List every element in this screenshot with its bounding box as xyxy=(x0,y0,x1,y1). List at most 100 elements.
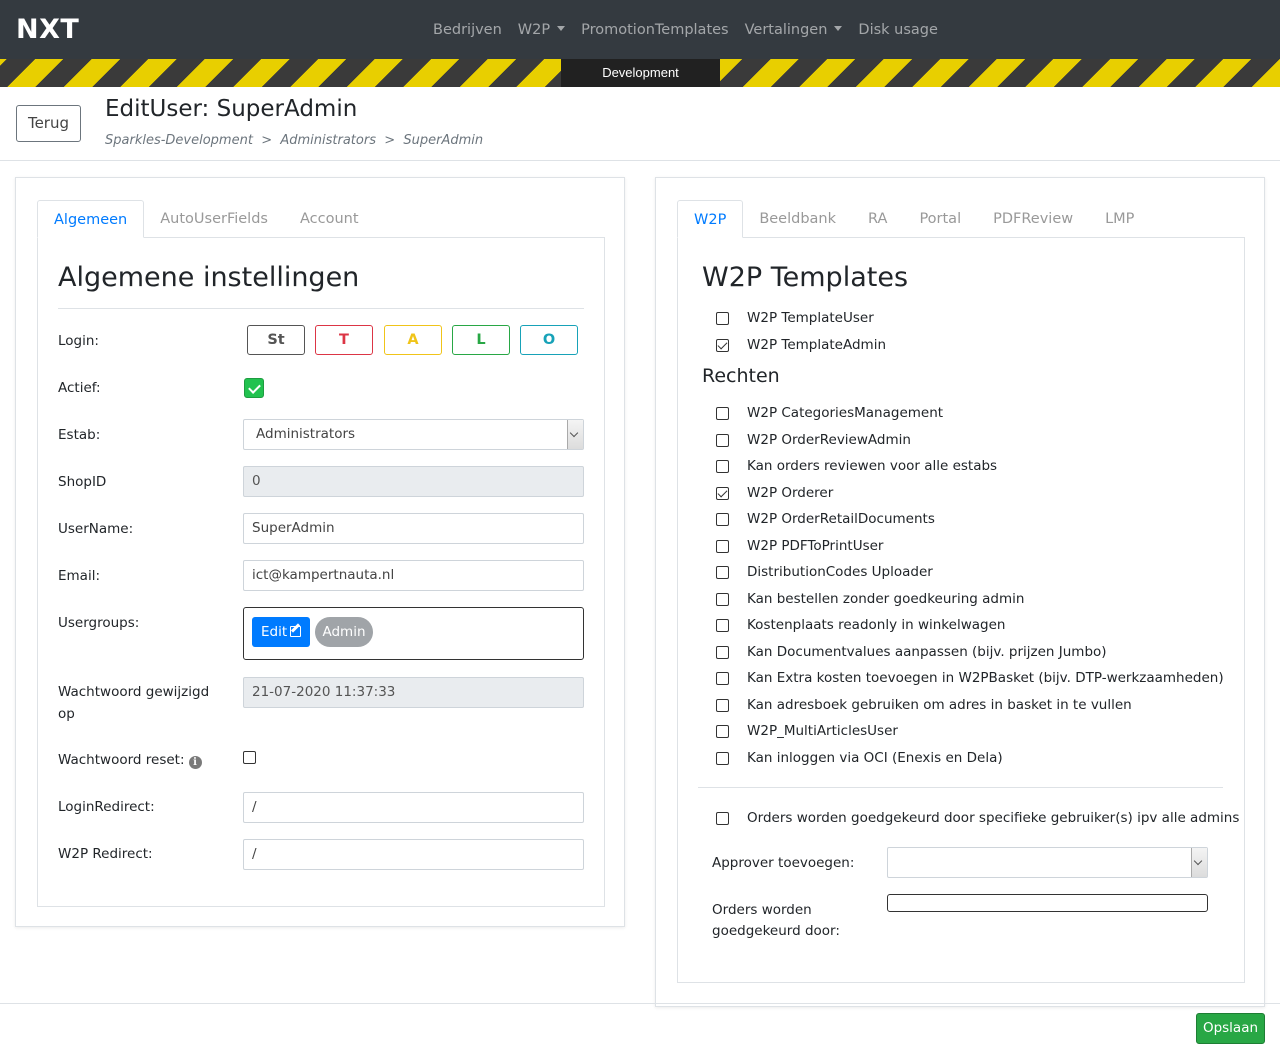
save-button[interactable]: Opslaan xyxy=(1196,1013,1265,1044)
tab-algemeen[interactable]: Algemeen xyxy=(37,200,145,238)
right-checkbox[interactable] xyxy=(716,698,729,712)
right-checkbox[interactable] xyxy=(716,486,729,500)
environment-badge: Development xyxy=(561,59,720,87)
footer-divider xyxy=(0,1003,1280,1004)
right-checkbox[interactable] xyxy=(716,725,729,738)
password-changed-label: Wachtwoord gewijzigd xyxy=(58,684,210,700)
approved-by-list[interactable] xyxy=(887,894,1208,912)
chevron-down-icon xyxy=(1191,848,1207,877)
active-label: Actief: xyxy=(58,380,101,396)
login-label: Login: xyxy=(58,333,99,349)
right-tabs: W2P Beeldbank RA Portal PDFReview LMP xyxy=(677,200,1150,238)
nav-links: Bedrijven W2P PromotionTemplates Vertali… xyxy=(433,0,954,59)
login-button-l[interactable]: L xyxy=(452,325,510,355)
active-checkbox[interactable] xyxy=(244,378,264,398)
login-redirect-label: LoginRedirect: xyxy=(58,799,155,815)
nav-link-vertalingen[interactable]: Vertalingen xyxy=(745,22,843,38)
right-checkbox[interactable] xyxy=(716,407,729,420)
tab-w2p[interactable]: W2P xyxy=(677,200,744,238)
right-label: W2P OrderReviewAdmin xyxy=(747,431,911,448)
login-button-st[interactable]: St xyxy=(247,325,305,355)
login-button-o[interactable]: O xyxy=(520,325,578,355)
rights-divider xyxy=(698,787,1223,788)
right-checkbox[interactable] xyxy=(716,513,729,526)
usergroup-badge-admin: Admin xyxy=(315,617,373,647)
right-checkbox[interactable] xyxy=(716,566,729,579)
password-changed-field: 21-07-2020 11:37:33 xyxy=(243,677,584,708)
template-checkbox[interactable] xyxy=(716,338,729,352)
right-label: W2P PDFToPrintUser xyxy=(747,537,884,554)
login-redirect-field[interactable]: / xyxy=(243,792,584,823)
usergroups-box: Edit Admin xyxy=(243,607,584,660)
tab-portal[interactable]: Portal xyxy=(903,200,977,238)
template-label: W2P TemplateAdmin xyxy=(747,336,886,353)
tab-lmp[interactable]: LMP xyxy=(1089,200,1150,238)
template-checkbox[interactable] xyxy=(716,312,729,325)
chevron-down-icon xyxy=(557,25,566,31)
rights-title: Rechten xyxy=(702,365,780,387)
right-checkbox[interactable] xyxy=(716,539,729,553)
back-button[interactable]: Terug xyxy=(16,105,81,142)
right-checkbox[interactable] xyxy=(716,592,729,606)
estab-select-value: Administrators xyxy=(256,426,356,442)
page-title: EditUser: SuperAdmin xyxy=(105,96,358,122)
right-label: Kan orders reviewen voor alle estabs xyxy=(747,458,998,474)
template-label: W2P TemplateUser xyxy=(747,310,874,326)
right-label: Kan bestellen zonder goedkeuring admin xyxy=(747,590,1025,607)
right-label: Kan inloggen via OCI (Enexis en Dela) xyxy=(747,749,1003,766)
nav-link-vertalingen-label: Vertalingen xyxy=(744,21,828,38)
section-title-general: Algemene instellingen xyxy=(58,262,360,293)
right-checkbox[interactable] xyxy=(716,619,729,632)
usergroups-label: Usergroups: xyxy=(58,615,140,631)
email-field[interactable]: ict@kampertnauta.nl xyxy=(243,560,584,591)
right-checkbox[interactable] xyxy=(716,751,729,765)
edit-usergroups-button[interactable]: Edit xyxy=(252,617,310,647)
nav-link-bedrijven[interactable]: Bedrijven xyxy=(433,22,502,38)
approved-by-label: Orders worden xyxy=(712,902,812,918)
right-label: Kan adresboek gebruiken om adres in bask… xyxy=(747,696,1132,713)
password-reset-checkbox[interactable] xyxy=(243,751,256,764)
right-label: Kan Documentvalues aanpassen (bijv. prij… xyxy=(747,643,1107,660)
chevron-down-icon xyxy=(834,25,843,31)
info-icon[interactable]: i xyxy=(188,756,202,769)
right-label: W2P OrderRetailDocuments xyxy=(747,511,935,527)
tab-beeldbank[interactable]: Beeldbank xyxy=(743,200,852,238)
right-label: W2P_MultiArticlesUser xyxy=(747,723,898,739)
tab-pdfreview[interactable]: PDFReview xyxy=(977,200,1089,238)
section-divider xyxy=(58,308,584,309)
brand-logo[interactable]: NXT xyxy=(16,14,79,45)
approver-add-select[interactable] xyxy=(887,847,1208,878)
right-checkbox[interactable] xyxy=(716,672,729,685)
edit-icon xyxy=(290,626,301,637)
approval-checkbox[interactable] xyxy=(716,812,729,825)
login-button-a[interactable]: A xyxy=(384,325,442,355)
top-navbar: NXT Bedrijven W2P PromotionTemplates Ver… xyxy=(0,0,1280,59)
tab-account[interactable]: Account xyxy=(284,200,375,238)
password-changed-label-cont: op xyxy=(58,706,75,722)
right-checkbox[interactable] xyxy=(716,645,729,659)
right-checkbox[interactable] xyxy=(716,433,729,447)
estab-select[interactable]: Administrators xyxy=(243,419,584,450)
right-checkbox[interactable] xyxy=(716,460,729,473)
nav-link-disk-usage[interactable]: Disk usage xyxy=(858,22,938,38)
chevron-down-icon xyxy=(567,420,583,449)
password-reset-label: Wachtwoord reset: i xyxy=(58,752,202,769)
approved-by-label-cont: goedgekeurd door: xyxy=(712,923,840,939)
nav-link-promotiontemplates[interactable]: PromotionTemplates xyxy=(581,22,729,38)
general-settings-panel: Algemeen AutoUserFields Account Algemene… xyxy=(15,177,625,927)
w2p-redirect-field[interactable]: / xyxy=(243,839,584,870)
login-button-t[interactable]: T xyxy=(315,325,373,355)
left-tabs: Algemeen AutoUserFields Account xyxy=(37,200,375,238)
w2p-permissions-panel: W2P Beeldbank RA Portal PDFReview LMP W2… xyxy=(655,177,1265,1007)
approval-label: Orders worden goedgekeurd door specifiek… xyxy=(747,810,1240,826)
shopid-field: 0 xyxy=(243,466,584,497)
right-label: W2P Orderer xyxy=(747,484,834,501)
w2p-redirect-label: W2P Redirect: xyxy=(58,846,153,862)
breadcrumb: Sparkles-Development > Administrators > … xyxy=(105,133,484,148)
tab-ra[interactable]: RA xyxy=(852,200,903,238)
nav-link-w2p[interactable]: W2P xyxy=(518,22,566,38)
username-field[interactable]: SuperAdmin xyxy=(243,513,584,544)
username-label: UserName: xyxy=(58,521,134,537)
shopid-label: ShopID xyxy=(58,474,107,490)
tab-autouserfields[interactable]: AutoUserFields xyxy=(144,200,284,238)
